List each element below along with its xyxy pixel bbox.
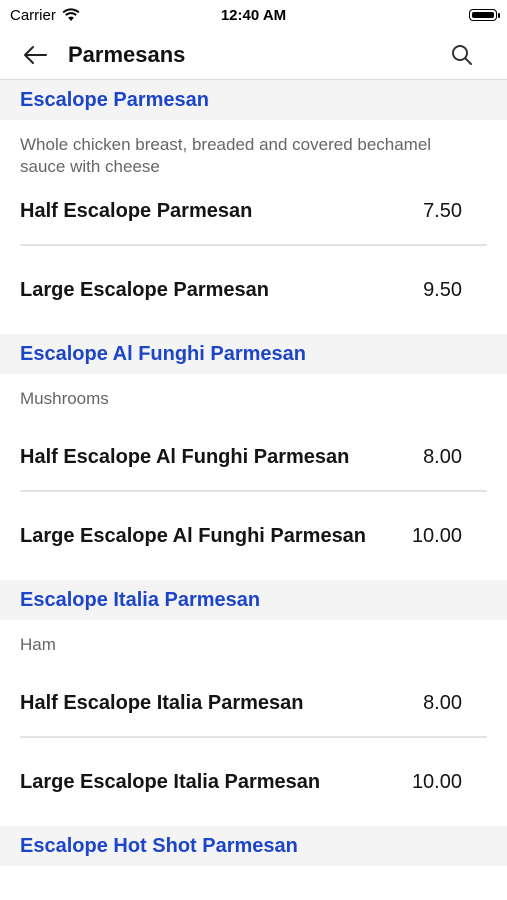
menu-item[interactable]: Large Escalope Al Funghi Parmesan 10.00 (20, 492, 487, 580)
search-icon (452, 44, 472, 65)
menu-item[interactable]: Half Escalope Al Funghi Parmesan 8.00 (20, 424, 487, 490)
menu-item[interactable]: Half Escalope Parmesan 7.50 (20, 178, 487, 244)
item-price: 7.50 (423, 199, 462, 222)
section-description: Mushrooms (20, 389, 109, 408)
section-header: Escalope Al Funghi Parmesan (0, 334, 507, 374)
back-button[interactable] (10, 30, 60, 80)
item-name: Large Escalope Parmesan (20, 278, 270, 301)
status-bar: Carrier 12:40 AM (0, 0, 507, 30)
search-button[interactable] (437, 30, 487, 80)
section-header: Escalope Hot Shot Parmesan (0, 826, 507, 866)
item-name: Large Escalope Italia Parmesan (20, 770, 321, 793)
item-price: 10.00 (411, 770, 462, 793)
section-header: Escalope Parmesan (0, 80, 507, 120)
section-description: Ham (20, 635, 56, 654)
item-price: 10.00 (411, 524, 462, 547)
page-title: Parmesans (68, 41, 186, 67)
item-price: 8.00 (423, 445, 462, 468)
item-price: 9.50 (423, 278, 462, 301)
arrow-left-icon (24, 45, 47, 64)
item-name: Half Escalope Al Funghi Parmesan (20, 445, 350, 468)
menu-list: Escalope Parmesan Whole chicken breast, … (0, 80, 507, 866)
status-time: 12:40 AM (220, 6, 287, 24)
item-name: Half Escalope Italia Parmesan (20, 691, 304, 714)
item-name: Half Escalope Parmesan (20, 199, 253, 222)
section-description: Whole chicken breast, breaded and covere… (20, 135, 432, 176)
battery-icon (469, 9, 500, 21)
section-header: Escalope Italia Parmesan (0, 580, 507, 620)
item-price: 8.00 (423, 691, 462, 714)
nav-bar: Parmesans (0, 30, 507, 80)
menu-item[interactable]: Large Escalope Parmesan 9.50 (20, 246, 487, 334)
menu-item[interactable]: Half Escalope Italia Parmesan 8.00 (20, 670, 487, 736)
menu-item[interactable]: Large Escalope Italia Parmesan 10.00 (20, 738, 487, 826)
item-name: Large Escalope Al Funghi Parmesan (20, 524, 367, 547)
